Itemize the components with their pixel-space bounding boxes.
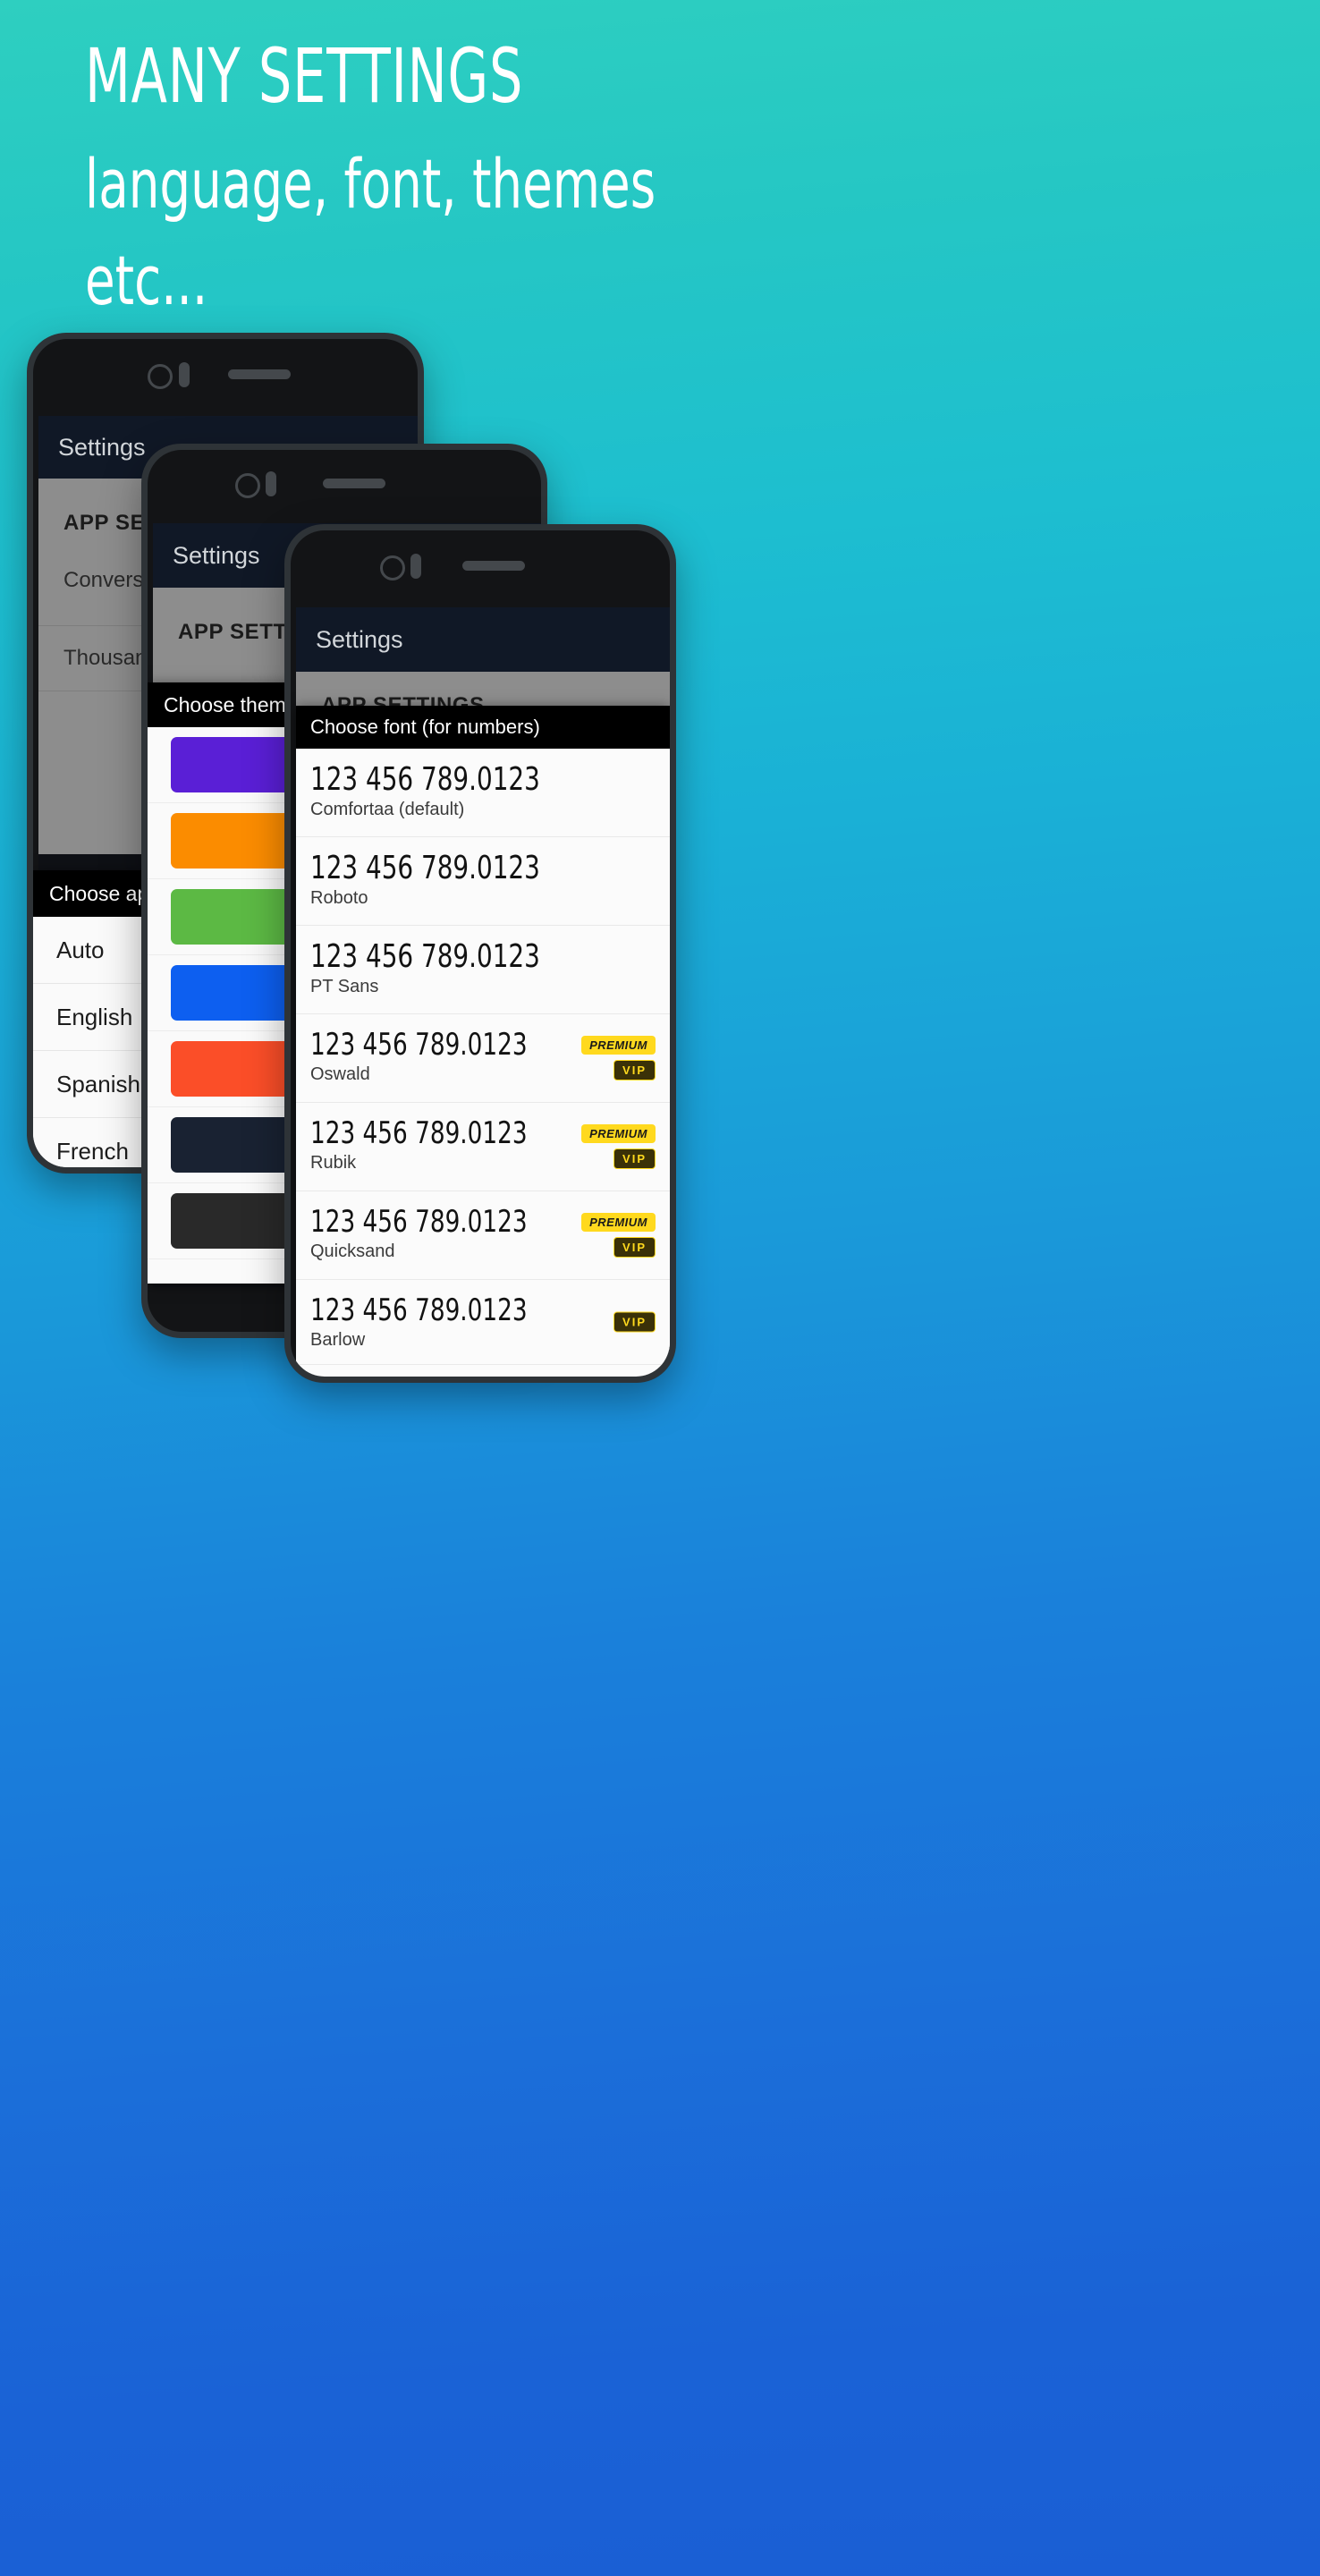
earpiece-speaker xyxy=(462,561,525,571)
premium-badge: PREMIUM xyxy=(581,1124,656,1143)
font-badges: PREMIUM VIP xyxy=(581,1124,656,1169)
phone-right-body: Settings APP SETTINGS Choose font (for n… xyxy=(291,530,670,1377)
font-sample-text: 123 456 789.0123 xyxy=(310,850,540,886)
earpiece-speaker xyxy=(323,479,385,488)
sensor-icon xyxy=(179,362,190,387)
font-dialog-title-text: Choose font (for numbers) xyxy=(310,716,540,738)
font-badges: PREMIUM VIP xyxy=(581,1213,656,1258)
phone-left-notch xyxy=(33,339,418,416)
sensor-icon xyxy=(266,471,276,496)
font-sample-text: 123 456 789.0123 xyxy=(310,1292,528,1328)
font-name-label: Roboto xyxy=(310,888,368,908)
app-bar-right: Settings xyxy=(296,607,670,672)
language-option-label: Spanish xyxy=(56,1070,140,1097)
font-badges: VIP xyxy=(613,1311,656,1333)
font-dialog-title: Choose font (for numbers) xyxy=(296,706,670,749)
vip-badge: VIP xyxy=(613,1311,656,1333)
camera-icon xyxy=(380,555,405,580)
headline-line-1: MANY SETTINGS xyxy=(85,32,524,120)
premium-badge: PREMIUM xyxy=(581,1036,656,1055)
premium-badge: PREMIUM xyxy=(581,1213,656,1232)
font-option-comfortaa[interactable]: 123 456 789.0123 Comfortaa (default) xyxy=(296,749,670,837)
phone-right-notch xyxy=(291,530,670,607)
vip-badge: VIP xyxy=(613,1237,656,1258)
vip-badge: VIP xyxy=(613,1148,656,1169)
app-bar-title: Settings xyxy=(173,541,260,569)
font-sample-text: 123 456 789.0123 xyxy=(310,1027,528,1063)
app-bar-title: Settings xyxy=(316,625,403,653)
font-option-oswald[interactable]: 123 456 789.0123 Oswald PREMIUM VIP xyxy=(296,1014,670,1103)
headline-line-2: language, font, themes xyxy=(85,143,656,224)
font-option-pt-sans[interactable]: 123 456 789.0123 PT Sans xyxy=(296,926,670,1014)
camera-icon xyxy=(235,473,260,498)
font-sample-text: 123 456 789.0123 xyxy=(310,761,540,798)
font-badges: PREMIUM VIP xyxy=(581,1036,656,1080)
font-name-label: PT Sans xyxy=(310,977,379,996)
earpiece-speaker xyxy=(228,369,291,379)
font-option-barlow[interactable]: 123 456 789.0123 Barlow VIP xyxy=(296,1280,670,1365)
font-sample-text: 123 456 789.0123 xyxy=(310,1204,528,1240)
font-sample-text: 123 456 789.0123 xyxy=(310,938,540,975)
font-option-roboto[interactable]: 123 456 789.0123 Roboto xyxy=(296,837,670,926)
language-option-label: French xyxy=(56,1137,129,1165)
vip-badge: VIP xyxy=(613,1060,656,1080)
font-option-arvo[interactable]: 123 456 789.0123 Arvo VIP xyxy=(296,1365,670,1377)
phone-right: Settings APP SETTINGS Choose font (for n… xyxy=(284,524,676,1383)
language-option-label: English xyxy=(56,1003,133,1030)
language-option-label: Auto xyxy=(56,936,105,963)
font-option-rubik[interactable]: 123 456 789.0123 Rubik PREMIUM VIP xyxy=(296,1103,670,1191)
app-bar-title: Settings xyxy=(58,433,146,461)
phone-middle-notch xyxy=(148,450,541,527)
font-dialog: Choose font (for numbers) 123 456 789.01… xyxy=(296,706,670,1377)
theme-dialog-title-text: Choose theme xyxy=(164,692,298,716)
font-sample-text: 123 456 789.0123 xyxy=(310,1115,528,1151)
promo-headline: MANY SETTINGS language, font, themes etc… xyxy=(85,36,1158,318)
font-name-label: Comfortaa (default) xyxy=(310,800,465,819)
font-option-quicksand[interactable]: 123 456 789.0123 Quicksand PREMIUM VIP xyxy=(296,1191,670,1280)
sensor-icon xyxy=(410,554,421,579)
camera-icon xyxy=(148,364,173,389)
headline-line-3: etc... xyxy=(85,240,208,320)
font-name-label: Barlow xyxy=(310,1330,366,1350)
